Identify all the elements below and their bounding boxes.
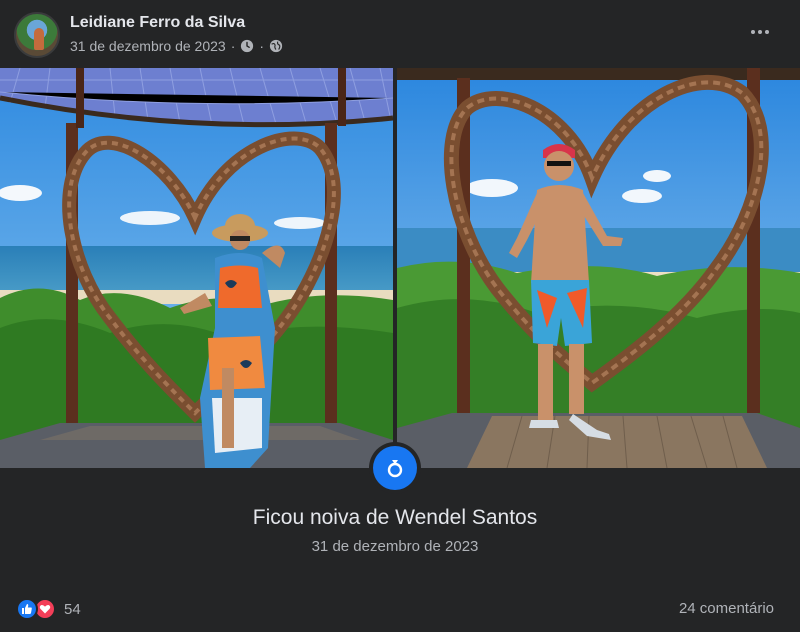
reactions-summary[interactable]: 54 (16, 598, 81, 620)
globe-icon[interactable] (269, 39, 283, 53)
author-name[interactable]: Leidiane Ferro da Silva (70, 14, 245, 32)
meta-separator: · (230, 38, 236, 54)
post-date[interactable]: 31 de dezembro de 2023 (70, 38, 226, 54)
comments-link[interactable]: 24 comentário (679, 600, 774, 617)
clock-icon (241, 39, 254, 53)
reaction-count: 54 (64, 600, 81, 618)
event-date: 31 de dezembro de 2023 (311, 538, 479, 555)
author-avatar[interactable] (14, 12, 60, 58)
event-title: Ficou noiva de Wendel Santos (252, 506, 538, 529)
post-header: Leidiane Ferro da Silva 31 de dezembro d… (0, 0, 800, 68)
post-meta: 31 de dezembro de 2023 · · (70, 38, 283, 54)
like-icon (16, 598, 38, 620)
photo-left[interactable] (0, 68, 393, 468)
photo-grid (0, 68, 800, 468)
post-card: Leidiane Ferro da Silva 31 de dezembro d… (0, 0, 800, 632)
meta-separator-2: · (259, 38, 265, 54)
more-options-icon[interactable] (748, 22, 772, 42)
ring-icon (387, 460, 403, 478)
photo-right[interactable] (397, 68, 800, 468)
event-badge (369, 442, 421, 494)
